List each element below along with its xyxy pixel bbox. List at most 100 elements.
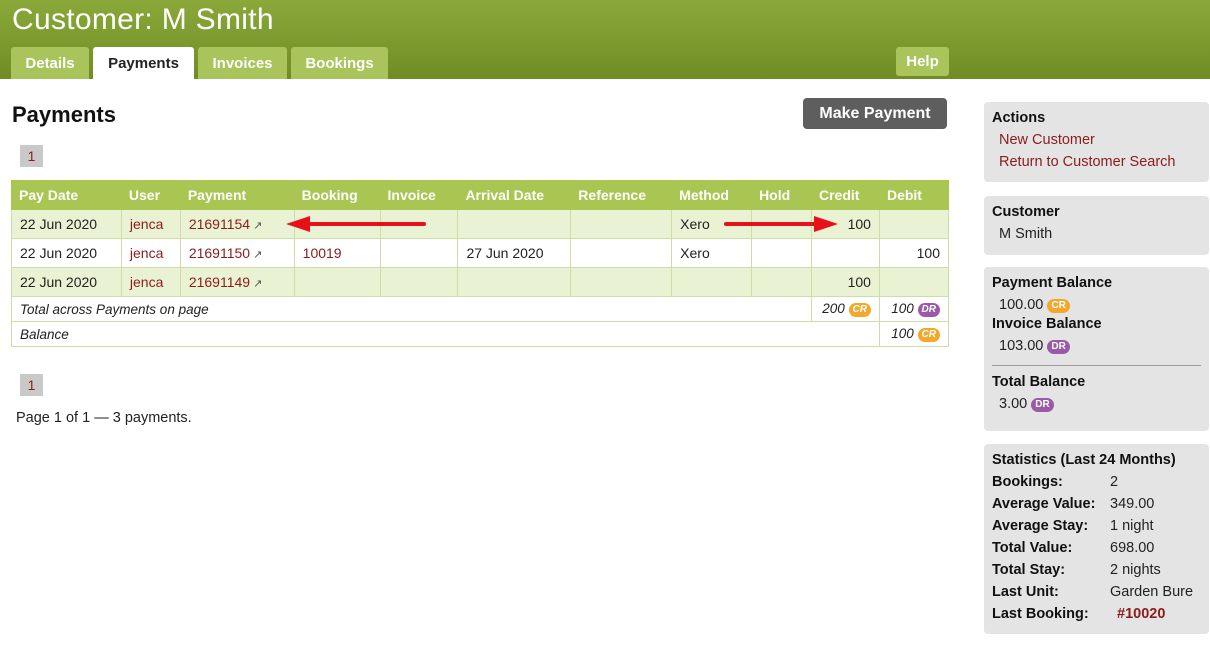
pager-page-bottom[interactable]: 1 <box>20 374 43 396</box>
user-link[interactable]: jenca <box>130 245 163 261</box>
tab-payments[interactable]: Payments <box>93 47 194 79</box>
total-debit-value: 100 <box>891 301 914 316</box>
total-balance-value: 3.00 <box>999 396 1028 412</box>
reference-cell <box>570 209 673 239</box>
invoice-balance: 103.00 DR <box>992 335 1201 357</box>
stat-value: 2 nights <box>1110 562 1161 578</box>
payment-link[interactable]: 21691149 <box>189 274 250 290</box>
payment-link[interactable]: 21691150 <box>189 245 250 261</box>
stat-label: Last Booking: <box>992 606 1089 622</box>
hold-cell <box>751 267 812 297</box>
table-row: 22 Jun 2020 jenca 21691150 ↗︎ 10019 27 Ju… <box>11 238 950 268</box>
stat-value: 349.00 <box>1110 496 1155 512</box>
column-header[interactable]: Invoice <box>379 180 459 210</box>
column-header[interactable]: User <box>120 180 181 210</box>
stat-row: Total Stay: 2 nights <box>992 559 1201 581</box>
column-header[interactable]: Hold <box>751 180 812 210</box>
stat-value: 2 <box>1110 474 1119 490</box>
tab-invoices[interactable]: Invoices <box>198 47 287 79</box>
last-booking-link[interactable]: #10020 <box>1110 603 1165 625</box>
stat-row: Average Value: 349.00 <box>992 493 1201 515</box>
payment-cell: 21691149 ↗︎ <box>179 267 295 297</box>
method-cell <box>671 267 753 297</box>
invoice-balance-value: 103.00 <box>999 338 1044 354</box>
column-header[interactable]: Debit <box>878 180 950 210</box>
return-to-search-link[interactable]: Return to Customer Search <box>992 151 1201 173</box>
stat-label: Last Unit: <box>992 584 1059 600</box>
booking-link[interactable]: 10019 <box>303 245 342 261</box>
column-header[interactable]: Arrival Date <box>457 180 572 210</box>
stat-label: Total Value: <box>992 540 1073 556</box>
column-header[interactable]: Reference <box>570 180 673 210</box>
balance-label: Balance <box>11 321 880 347</box>
dr-badge: DR <box>1047 340 1070 354</box>
page-info: Page 1 of 1 — 3 payments. <box>16 410 192 426</box>
customer-panel: Customer M Smith <box>984 196 1209 255</box>
column-header[interactable]: Payment <box>179 180 295 210</box>
stat-row: Bookings: 2 <box>992 471 1201 493</box>
new-customer-link[interactable]: New Customer <box>992 129 1201 151</box>
debit-cell: 100 <box>878 238 950 268</box>
payments-table: Pay Date User Payment Booking Invoice Ar… <box>11 180 950 347</box>
stat-value: 1 night <box>1110 518 1154 534</box>
total-credit-value: 200 <box>822 301 845 316</box>
external-link-icon[interactable]: ↗︎ <box>253 249 262 261</box>
payment-cell: 21691154 ↗︎ <box>179 209 295 239</box>
dr-badge: DR <box>1031 398 1054 412</box>
page-header: Customer: M Smith Details Payments Invoi… <box>0 0 1210 79</box>
booking-cell <box>293 267 381 297</box>
payment-balance-title: Payment Balance <box>992 275 1113 291</box>
column-header[interactable]: Booking <box>293 180 381 210</box>
stat-row: Average Stay: 1 night <box>992 515 1201 537</box>
table-row: 22 Jun 2020 jenca 21691154 ↗︎ Xero 100 <box>11 209 950 239</box>
stat-row: Last Unit: Garden Bure <box>992 581 1201 603</box>
column-header[interactable]: Credit <box>810 180 880 210</box>
invoice-cell <box>379 267 459 297</box>
user-cell: jenca <box>120 267 181 297</box>
external-link-icon[interactable]: ↗︎ <box>253 220 262 232</box>
column-header[interactable]: Pay Date <box>11 180 122 210</box>
invoice-cell <box>379 209 459 239</box>
payment-balance-value: 100.00 <box>999 297 1044 313</box>
pay-date-cell: 22 Jun 2020 <box>11 238 122 268</box>
arrival-date-cell: 27 Jun 2020 <box>457 238 572 268</box>
statistics-panel: Statistics (Last 24 Months) Bookings: 2 A… <box>984 444 1209 634</box>
statistics-title: Statistics (Last 24 Months) <box>992 452 1176 468</box>
credit-cell: 100 <box>810 209 880 239</box>
debit-cell <box>878 209 950 239</box>
booking-cell <box>293 209 381 239</box>
total-balance-title: Total Balance <box>992 374 1086 390</box>
reference-cell <box>570 238 673 268</box>
totals-row: Total across Payments on page 200 CR 100… <box>11 296 950 322</box>
customer-title: Customer <box>992 204 1060 220</box>
arrival-date-cell <box>457 209 572 239</box>
cr-badge: CR <box>1047 299 1070 313</box>
section-title: Payments <box>12 102 116 127</box>
stat-row: Total Value: 698.00 <box>992 537 1201 559</box>
external-link-icon[interactable]: ↗︎ <box>253 278 262 290</box>
user-cell: jenca <box>120 238 181 268</box>
pager-page-top[interactable]: 1 <box>20 145 43 167</box>
reference-cell <box>570 267 673 297</box>
stat-label: Total Stay: <box>992 562 1066 578</box>
actions-panel: Actions New Customer Return to Customer … <box>984 102 1209 182</box>
balance-value: 100 <box>891 326 914 341</box>
user-link[interactable]: jenca <box>130 274 163 290</box>
tab-details[interactable]: Details <box>11 47 89 79</box>
credit-cell: 100 <box>810 267 880 297</box>
table-header-row: Pay Date User Payment Booking Invoice Ar… <box>11 180 950 210</box>
total-credit-cell: 200 CR <box>810 296 880 322</box>
cr-badge: CR <box>848 303 871 317</box>
balance-panel: Payment Balance 100.00 CR Invoice Balanc… <box>984 267 1209 431</box>
payment-link[interactable]: 21691154 <box>189 216 250 232</box>
user-cell: jenca <box>120 209 181 239</box>
balance-row: Balance 100 CR <box>11 321 950 347</box>
column-header[interactable]: Method <box>671 180 753 210</box>
user-link[interactable]: jenca <box>130 216 163 232</box>
make-payment-button[interactable]: Make Payment <box>803 98 947 129</box>
invoice-balance-title: Invoice Balance <box>992 316 1102 332</box>
tab-bookings[interactable]: Bookings <box>291 47 388 79</box>
help-button[interactable]: Help <box>896 47 949 76</box>
credit-cell <box>810 238 880 268</box>
total-debit-cell: 100 DR <box>878 296 950 322</box>
